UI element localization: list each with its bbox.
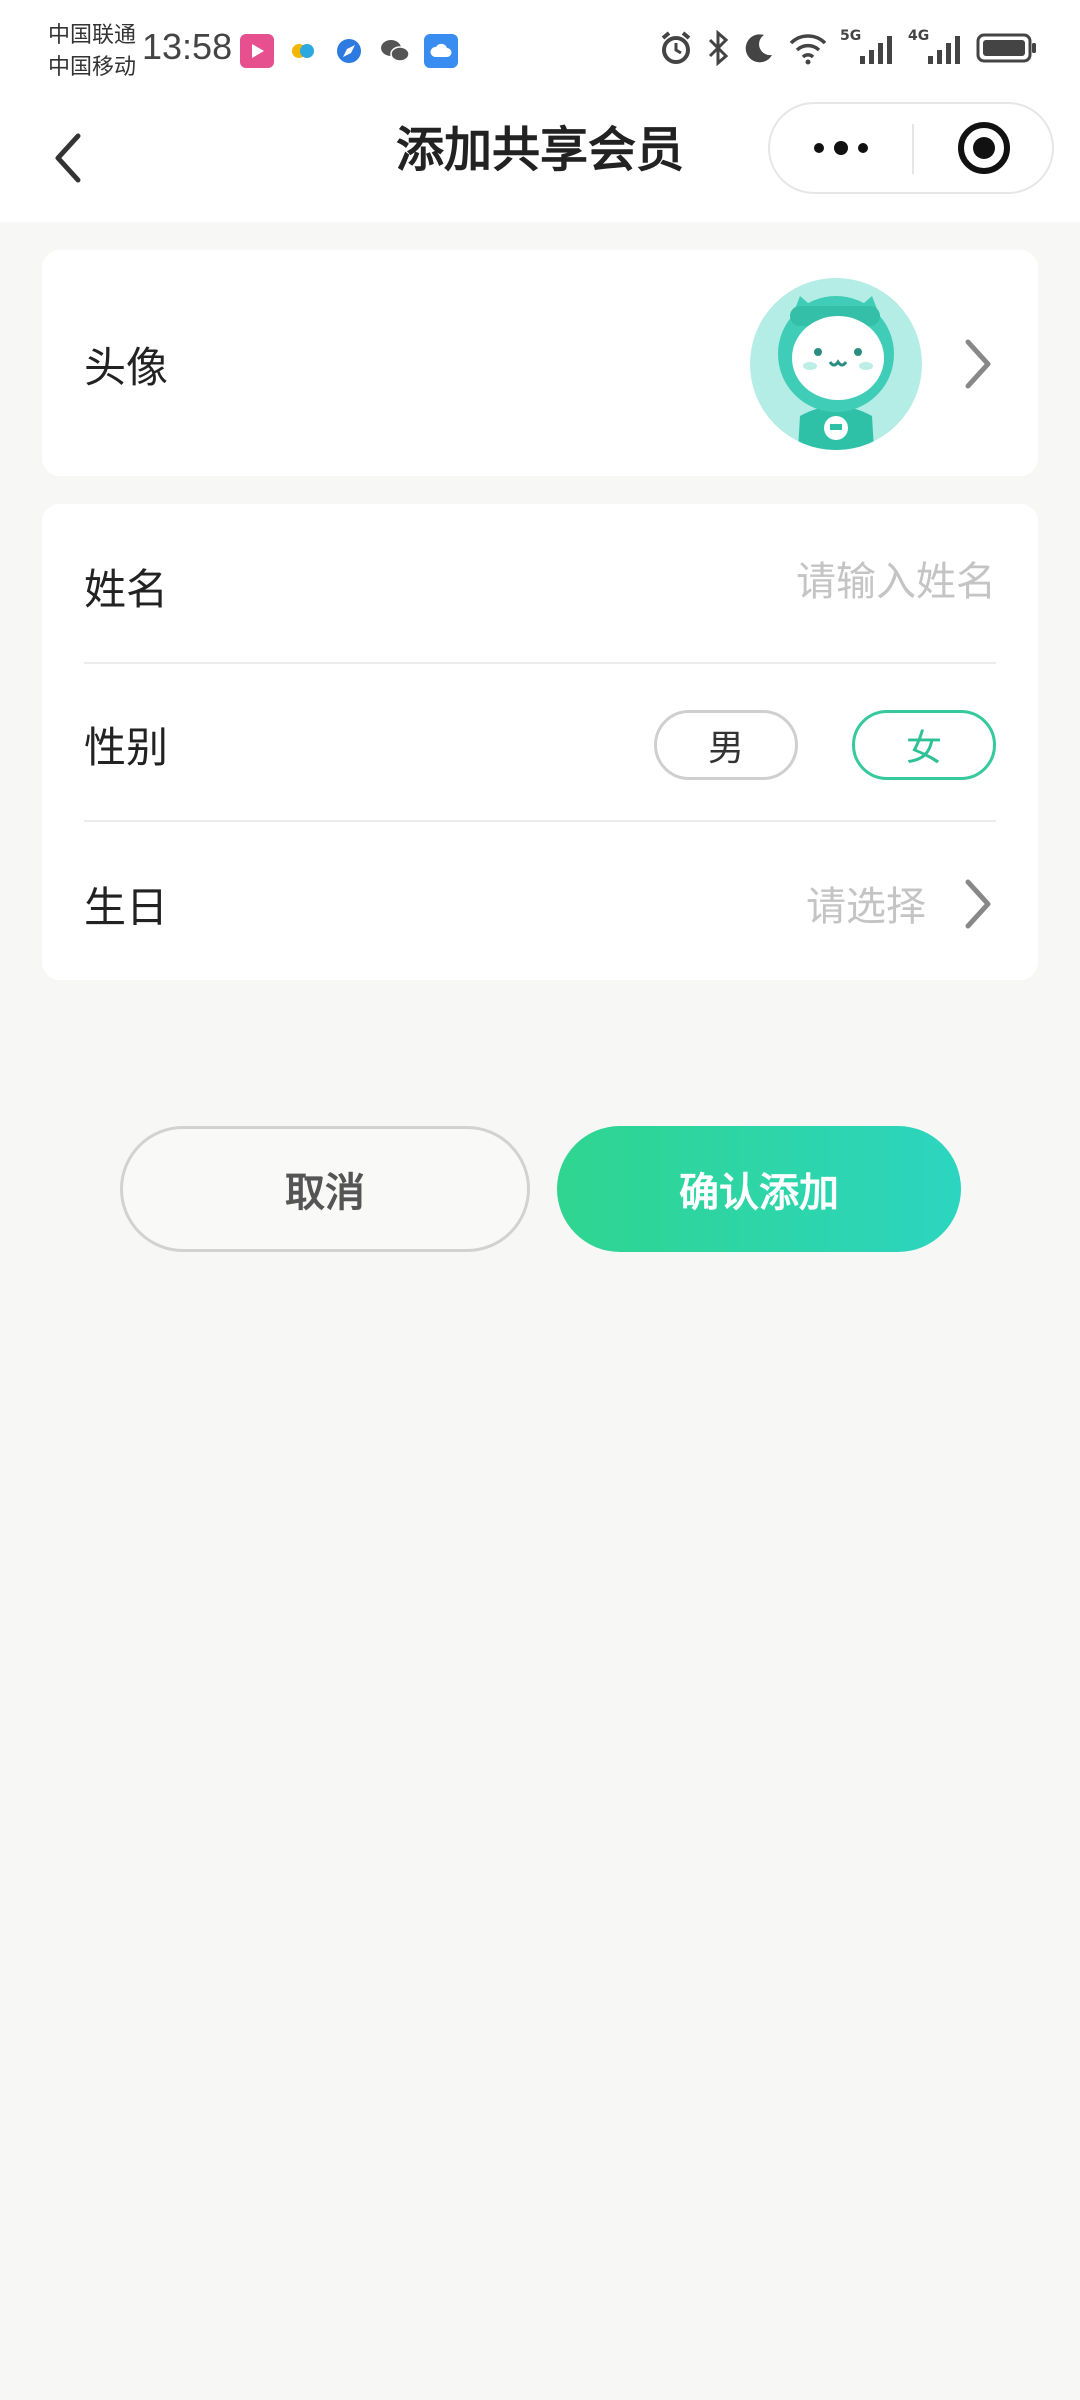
name-input[interactable]: [576, 552, 996, 612]
carrier-1: 中国联通: [48, 23, 137, 48]
status-bar: 中国联通 中国移动 13:58 5G 4G: [0, 0, 1080, 100]
status-time: 13:58: [142, 26, 233, 67]
battery-icon: [976, 33, 1036, 63]
mascot-avatar-icon: [778, 296, 894, 450]
gender-male-option[interactable]: 男: [654, 710, 798, 780]
signal-5g-icon: 5G: [840, 28, 896, 66]
system-icons: 5G 4G: [658, 28, 1038, 66]
carrier-info: 中国联通 中国移动: [48, 20, 136, 84]
member-form: 姓名 性别 男 女 生日 请选择: [42, 504, 1038, 980]
chevron-right-icon: [965, 879, 991, 929]
nav-bar: 添加共享会员: [0, 100, 1080, 222]
more-dots-icon: [814, 141, 868, 155]
target-close-icon: [958, 122, 1010, 174]
signal-4g-icon: 4G: [908, 28, 964, 66]
wifi-icon: [789, 34, 827, 65]
name-row: 姓名: [42, 504, 1038, 662]
compass-app-icon: [332, 34, 366, 68]
browser-app-icon: [286, 34, 320, 68]
miniprogram-capsule: [768, 102, 1054, 194]
more-button[interactable]: [770, 104, 912, 192]
birthday-label: 生日: [84, 883, 169, 932]
carrier-2: 中国移动: [48, 55, 137, 80]
avatar-row[interactable]: 头像: [42, 250, 1038, 476]
gender-row: 性别 男 女: [42, 662, 1038, 820]
chevron-right-icon: [965, 339, 991, 389]
moon-icon: [745, 34, 772, 63]
avatar-label: 头像: [84, 343, 169, 392]
wechat-icon: [378, 34, 412, 68]
notification-icons: [240, 34, 458, 68]
close-miniprogram-button[interactable]: [914, 104, 1054, 192]
name-label: 姓名: [84, 565, 169, 614]
birthday-row[interactable]: 生日 请选择: [42, 822, 1038, 980]
gender-label: 性别: [84, 723, 169, 772]
confirm-add-button[interactable]: 确认添加: [557, 1126, 961, 1252]
alarm-icon: [661, 31, 691, 64]
video-app-icon: [240, 34, 274, 68]
birthday-picker-value[interactable]: 请选择: [806, 874, 926, 932]
cloud-app-icon: [424, 34, 458, 68]
cancel-button[interactable]: 取消: [120, 1126, 530, 1252]
bluetooth-icon: [708, 30, 729, 66]
avatar[interactable]: [750, 278, 922, 450]
gender-female-option[interactable]: 女: [852, 710, 996, 780]
